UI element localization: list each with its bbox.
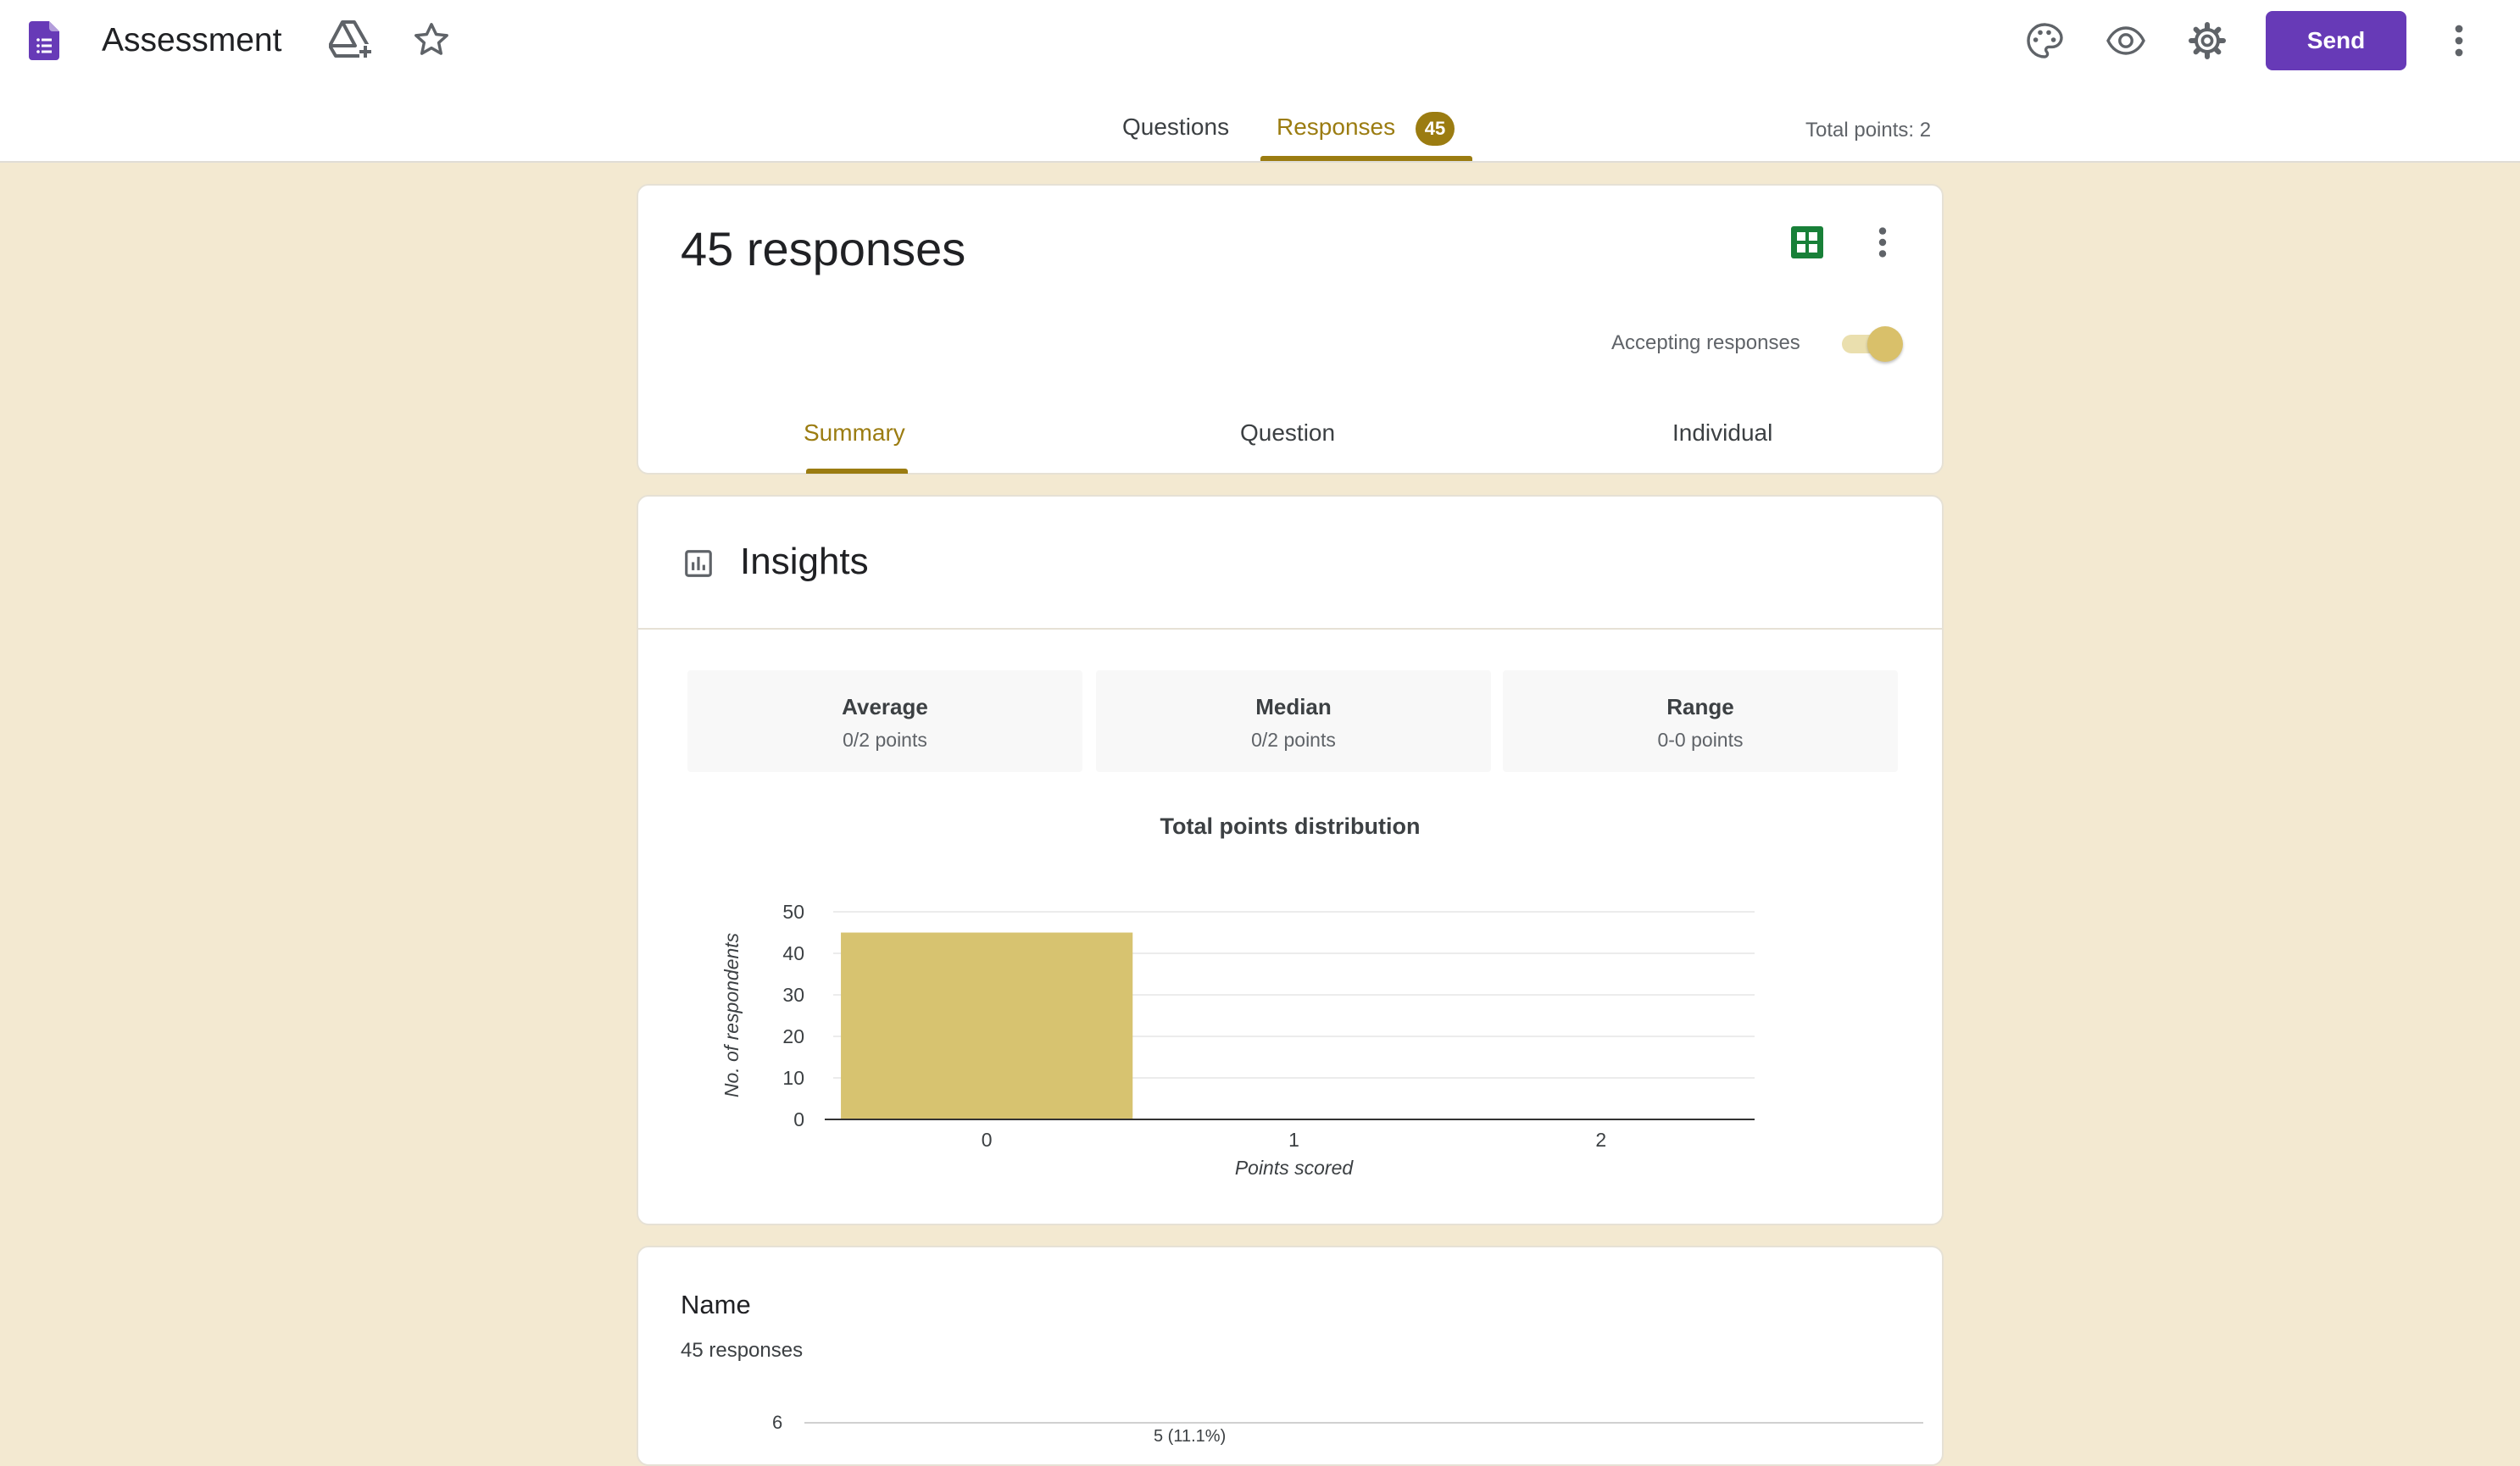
y-tick-label: 10 — [782, 1067, 804, 1089]
x-axis-title: Points scored — [1235, 1157, 1355, 1179]
x-tick-label: 0 — [982, 1129, 993, 1151]
accepting-responses-toggle[interactable] — [1840, 326, 1903, 362]
tab-questions[interactable]: Questions — [1122, 114, 1229, 141]
gear-icon[interactable] — [2187, 20, 2228, 61]
star-icon[interactable] — [412, 20, 451, 59]
chart-bar — [841, 932, 1133, 1119]
active-tab-indicator — [1260, 156, 1472, 161]
y-tick-label: 20 — [782, 1025, 804, 1047]
y-axis-title: No. of respondents — [720, 932, 743, 1097]
tab-responses[interactable]: Responses — [1277, 114, 1395, 141]
drive-add-icon[interactable] — [329, 20, 371, 59]
insights-card: Insights Average 0/2 points Median 0/2 p… — [637, 495, 1944, 1225]
bar-data-label: 5 (11.1%) — [1154, 1427, 1227, 1446]
top-app-bar: Assessment Send Questions Responses 45 T… — [0, 0, 2520, 163]
subtab-summary[interactable]: Summary — [804, 419, 905, 447]
name-question-card: Name 45 responses 6 5 (11.1%) — [637, 1246, 1944, 1466]
question-response-count: 45 responses — [681, 1339, 804, 1362]
eye-icon[interactable] — [2106, 20, 2146, 61]
palette-icon[interactable] — [2024, 20, 2065, 61]
responses-count-badge: 45 — [1416, 112, 1455, 146]
forms-icon[interactable] — [29, 21, 59, 60]
responses-card: 45 responses Accepting responses Summary… — [637, 184, 1944, 475]
document-title[interactable]: Assessment — [102, 19, 281, 63]
points-distribution-chart: 0 10 20 30 40 50 0 1 2 Points scored No. of respon… — [720, 901, 1755, 1179]
question-title: Name — [681, 1290, 751, 1319]
more-vert-icon[interactable] — [2446, 20, 2472, 61]
accepting-responses-label: Accepting responses — [1611, 331, 1800, 354]
send-button[interactable]: Send — [2266, 11, 2406, 70]
x-tick-label: 2 — [1595, 1129, 1606, 1151]
responses-count-title: 45 responses — [681, 222, 966, 275]
sheets-icon[interactable] — [1791, 226, 1823, 258]
y-tick-label: 40 — [782, 942, 804, 964]
subtab-question[interactable]: Question — [1240, 419, 1335, 447]
y-tick-label: 30 — [782, 984, 804, 1006]
y-tick-label: 0 — [793, 1108, 804, 1130]
axis-tick-label: 6 — [772, 1412, 783, 1433]
more-vert-icon[interactable] — [1872, 223, 1893, 262]
chart-gridline — [804, 1422, 1923, 1424]
y-tick-label: 50 — [782, 901, 804, 923]
x-tick-label: 1 — [1288, 1129, 1299, 1151]
toggle-knob — [1867, 326, 1903, 362]
subtab-individual[interactable]: Individual — [1672, 419, 1772, 447]
total-points-label: Total points: 2 — [1805, 119, 1932, 142]
active-subtab-indicator — [806, 469, 908, 474]
